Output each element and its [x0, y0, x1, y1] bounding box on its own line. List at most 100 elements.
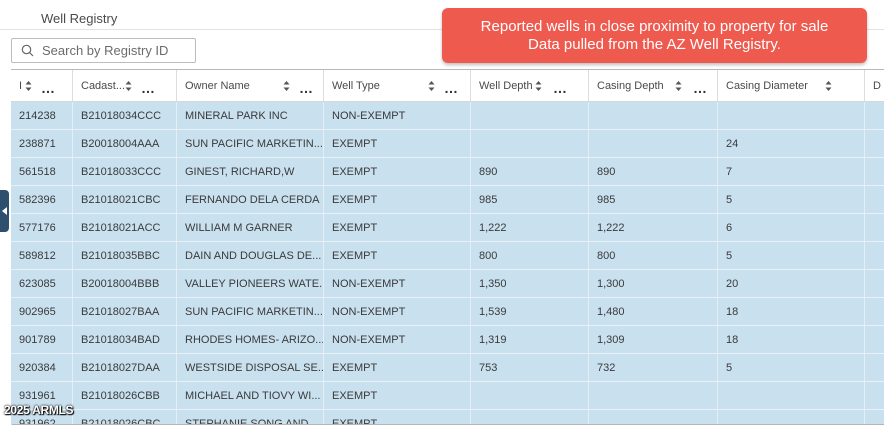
table-cell: EXEMPT	[324, 158, 471, 185]
table-row[interactable]: 577176 B21018021ACC WILLIAM M GARNER EXEMPT…	[11, 214, 884, 242]
table-cell: WILLIAM M GARNER	[177, 214, 324, 241]
column-header[interactable]: Owner Name …	[177, 70, 324, 101]
table-row[interactable]: 931962 B21018026CBC STEPHANIE SONG AND ...…	[11, 410, 884, 425]
collapse-panel-button[interactable]	[0, 190, 9, 232]
table-cell: 214238	[11, 102, 73, 129]
sort-icon[interactable]	[25, 80, 33, 92]
table-cell	[865, 102, 884, 129]
table-cell: EXEMPT	[324, 242, 471, 269]
sort-icon[interactable]	[535, 80, 543, 92]
table-cell: EXEMPT	[324, 130, 471, 157]
table-cell	[865, 410, 884, 425]
sort-icon[interactable]	[125, 80, 133, 92]
column-header-label: Well Type	[332, 79, 380, 92]
table-cell	[865, 130, 884, 157]
banner-line-1: Reported wells in close proximity to pro…	[480, 18, 829, 35]
table-cell: GINEST, RICHARD,W	[177, 158, 324, 185]
table-row[interactable]: 901789 B21018034BAD RHODES HOMES- ARIZO...…	[11, 326, 884, 354]
page-title: Well Registry	[41, 11, 118, 26]
sort-icon[interactable]	[825, 80, 833, 92]
more-options-icon[interactable]: …	[693, 81, 708, 95]
column-header[interactable]: D	[865, 70, 884, 101]
table-cell	[589, 410, 718, 425]
more-options-icon[interactable]: …	[299, 81, 314, 95]
table-cell: EXEMPT	[324, 382, 471, 409]
sort-icon[interactable]	[675, 80, 683, 92]
search-icon	[12, 44, 42, 57]
table-cell	[718, 102, 865, 129]
more-options-icon[interactable]: …	[141, 81, 156, 95]
table-cell	[865, 186, 884, 213]
table-cell: 1,309	[589, 326, 718, 353]
table-cell: 1,350	[471, 270, 589, 297]
table-cell	[718, 410, 865, 425]
column-header[interactable]: Well Type …	[324, 70, 471, 101]
table-cell: B21018027DAA	[73, 354, 177, 381]
table-cell: 18	[718, 326, 865, 353]
table-cell	[865, 326, 884, 353]
table-cell: 1,319	[471, 326, 589, 353]
table-cell	[865, 382, 884, 409]
search-input[interactable]	[42, 43, 192, 58]
table-cell: 7	[718, 158, 865, 185]
table-row[interactable]: 931961 B21018026CBB MICHAEL AND TIOVY WI..…	[11, 382, 884, 410]
table-cell: STEPHANIE SONG AND ...	[177, 410, 324, 425]
table-row[interactable]: 902965 B21018027BAA SUN PACIFIC MARKETIN..…	[11, 298, 884, 326]
table-row[interactable]: 920384 B21018027DAA WESTSIDE DISPOSAL SE..…	[11, 354, 884, 382]
chevron-left-icon	[1, 207, 7, 215]
table-cell	[589, 130, 718, 157]
column-header[interactable]: Cadast...…	[73, 70, 177, 101]
table-cell: 623085	[11, 270, 73, 297]
table-cell: 800	[589, 242, 718, 269]
table-cell: EXEMPT	[324, 354, 471, 381]
table-cell: B20018004BBB	[73, 270, 177, 297]
table-cell: 902965	[11, 298, 73, 325]
table-cell: VALLEY PIONEERS WATE...	[177, 270, 324, 297]
table-cell: 732	[589, 354, 718, 381]
column-header[interactable]: I…	[11, 70, 73, 101]
table-cell	[589, 102, 718, 129]
table-cell: 24	[718, 130, 865, 157]
table-cell: 985	[471, 186, 589, 213]
table-cell: EXEMPT	[324, 186, 471, 213]
table-cell: B21018021ACC	[73, 214, 177, 241]
table-cell	[865, 354, 884, 381]
table-cell	[865, 242, 884, 269]
table-cell: 582396	[11, 186, 73, 213]
grid-bottom-edge	[0, 425, 884, 430]
sort-icon[interactable]	[428, 80, 436, 92]
table-cell: 238871	[11, 130, 73, 157]
sort-icon[interactable]	[283, 80, 291, 92]
table-row[interactable]: 561518 B21018033CCC GINEST, RICHARD,W EXEMP…	[11, 158, 884, 186]
table-cell: 20	[718, 270, 865, 297]
table-cell: DAIN AND DOUGLAS DE...	[177, 242, 324, 269]
column-header-label: Casing Depth	[597, 79, 664, 92]
more-options-icon[interactable]: …	[41, 81, 56, 95]
table-row[interactable]: 214238 B21018034CCC MINERAL PARK INC NON-EX…	[11, 102, 884, 130]
search-box[interactable]	[11, 38, 196, 63]
table-row[interactable]: 582396 B21018021CBC FERNANDO DELA CERDA EXE…	[11, 186, 884, 214]
column-header[interactable]: Casing Diameter	[718, 70, 865, 101]
info-banner: Reported wells in close proximity to pro…	[442, 8, 867, 63]
column-header[interactable]: Casing Depth …	[589, 70, 718, 101]
more-options-icon[interactable]: …	[553, 81, 568, 95]
table-cell: 589812	[11, 242, 73, 269]
banner-line-2: Data pulled from the AZ Well Registry.	[528, 36, 781, 53]
table-cell: SUN PACIFIC MARKETIN...	[177, 298, 324, 325]
column-header-label: Well Depth	[479, 79, 533, 92]
table-cell: 561518	[11, 158, 73, 185]
table-cell: 18	[718, 298, 865, 325]
table-cell: 1,222	[589, 214, 718, 241]
table-row[interactable]: 623085 B20018004BBB VALLEY PIONEERS WATE..…	[11, 270, 884, 298]
table-cell: 901789	[11, 326, 73, 353]
table-row[interactable]: 238871 B20018004AAA SUN PACIFIC MARKETIN..…	[11, 130, 884, 158]
column-header-label: Owner Name	[185, 79, 250, 92]
table-cell: EXEMPT	[324, 214, 471, 241]
table-body: 214238 B21018034CCC MINERAL PARK INC NON-EX…	[11, 102, 884, 425]
table-header: I… Cadast...… Owner Name… Well Type… Well De…	[11, 70, 884, 102]
table-cell: 5	[718, 242, 865, 269]
more-options-icon[interactable]: …	[444, 81, 459, 95]
table-cell: RHODES HOMES- ARIZO...	[177, 326, 324, 353]
column-header[interactable]: Well Depth …	[471, 70, 589, 101]
table-row[interactable]: 589812 B21018035BBC DAIN AND DOUGLAS DE...…	[11, 242, 884, 270]
